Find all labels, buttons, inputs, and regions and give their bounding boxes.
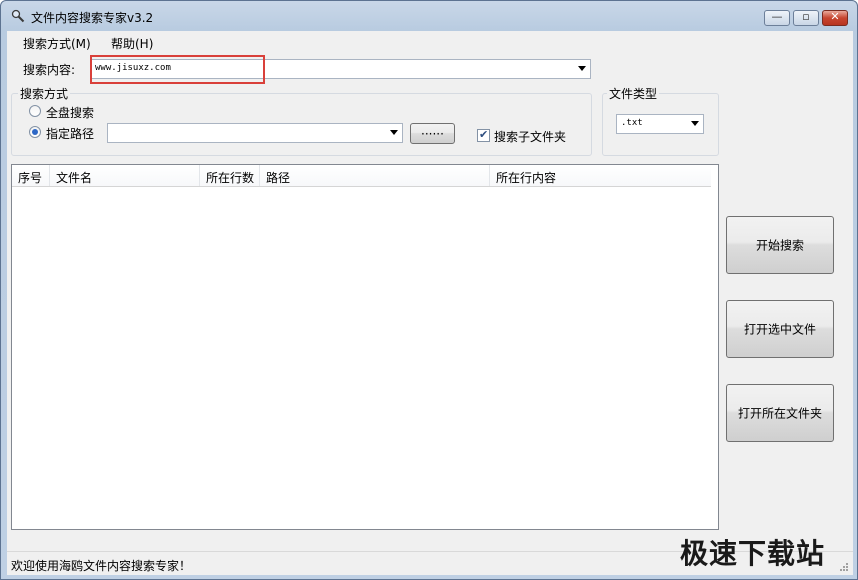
status-text: 欢迎使用海鸥文件内容搜索专家！: [11, 559, 192, 573]
chevron-down-icon[interactable]: [691, 121, 699, 126]
radio-specify-path[interactable]: [29, 126, 41, 138]
results-list[interactable]: 序号 文件名 所在行数 路径 所在行内容: [11, 164, 719, 530]
file-type-value: .txt: [621, 118, 643, 128]
resize-grip-icon[interactable]: [839, 562, 849, 572]
search-mode-title: 搜索方式: [18, 85, 71, 102]
chevron-down-icon[interactable]: [390, 130, 398, 135]
column-filename[interactable]: 文件名: [50, 165, 200, 186]
column-line-number[interactable]: 所在行数: [200, 165, 260, 186]
window-title: 文件内容搜索专家v3.2: [31, 11, 154, 25]
close-button[interactable]: ✕: [822, 10, 848, 26]
subfolder-checkbox[interactable]: ✔: [477, 128, 490, 142]
magnifier-icon: [11, 9, 25, 23]
column-index[interactable]: 序号: [12, 165, 50, 186]
open-selected-file-button[interactable]: 打开选中文件: [726, 300, 834, 358]
file-type-select[interactable]: .txt: [616, 114, 704, 134]
column-path[interactable]: 路径: [260, 165, 490, 186]
subfolder-label[interactable]: 搜索子文件夹: [494, 128, 566, 145]
file-type-title: 文件类型: [607, 85, 660, 102]
results-header: 序号 文件名 所在行数 路径 所在行内容: [12, 165, 711, 187]
title-bar: 文件内容搜索专家v3.2 — ▫ ✕: [1, 1, 857, 31]
maximize-button[interactable]: ▫: [793, 10, 819, 26]
menu-help[interactable]: 帮助(H): [111, 35, 153, 52]
app-window: 文件内容搜索专家v3.2 — ▫ ✕ 搜索方式(M) 帮助(H) 搜索内容: w…: [0, 0, 858, 580]
open-folder-button[interactable]: 打开所在文件夹: [726, 384, 834, 442]
column-line-content[interactable]: 所在行内容: [490, 165, 711, 186]
highlight-box: [90, 55, 265, 84]
client-area: 搜索方式(M) 帮助(H) 搜索内容: www.jisuxz.com 搜索方式 …: [7, 31, 853, 575]
radio-all-disk-label[interactable]: 全盘搜索: [46, 104, 94, 121]
path-combo[interactable]: [107, 123, 403, 143]
watermark-logo: 极速下载站: [680, 537, 826, 570]
radio-specify-path-label[interactable]: 指定路径: [46, 125, 94, 142]
close-icon: ✕: [830, 10, 840, 23]
minimize-button[interactable]: —: [764, 10, 790, 26]
browse-button[interactable]: ······: [410, 123, 455, 144]
chevron-down-icon[interactable]: [578, 66, 586, 71]
radio-all-disk[interactable]: [29, 105, 41, 117]
menu-bar: 搜索方式(M) 帮助(H): [7, 31, 853, 53]
start-search-button[interactable]: 开始搜索: [726, 216, 834, 274]
check-icon: ✔: [479, 128, 489, 141]
maximize-icon: ▫: [802, 10, 810, 23]
browse-button-label: ······: [421, 126, 444, 141]
search-label: 搜索内容:: [23, 63, 76, 77]
minimize-icon: —: [771, 10, 783, 23]
menu-search-mode[interactable]: 搜索方式(M): [23, 35, 91, 52]
